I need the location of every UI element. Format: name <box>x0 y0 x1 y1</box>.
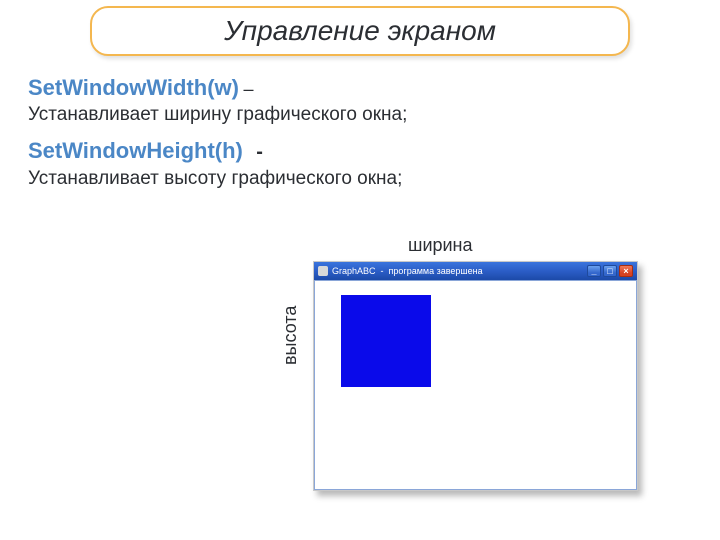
window-title: GraphABC - программа завершена <box>332 266 587 276</box>
command-row: SetWindowHeight(h) - <box>28 137 698 165</box>
slide-title: Управление экраном <box>90 6 630 56</box>
window-buttons: _ □ × <box>587 265 633 277</box>
title-container: Управление экраном <box>90 6 630 56</box>
command-description: Устанавливает высоту графического окна; <box>28 167 698 191</box>
minimize-icon: _ <box>588 266 600 276</box>
drawn-square <box>341 295 431 387</box>
titlebar: GraphABC - программа завершена _ □ × <box>314 262 637 280</box>
width-label: ширина <box>408 235 473 256</box>
example-window: GraphABC - программа завершена _ □ × <box>313 261 638 491</box>
command-name: SetWindowWidth(w) <box>28 75 239 100</box>
maximize-icon: □ <box>604 266 616 276</box>
maximize-button[interactable]: □ <box>603 265 617 277</box>
client-area <box>314 280 637 490</box>
command-description: Устанавливает ширину графического окна; <box>28 103 698 127</box>
command-row: SetWindowWidth(w) – <box>28 74 698 102</box>
body: SetWindowWidth(w) – Устанавливает ширину… <box>14 74 706 191</box>
app-name: GraphABC <box>332 266 376 276</box>
app-icon <box>318 266 328 276</box>
slide: Управление экраном SetWindowWidth(w) – У… <box>0 0 720 540</box>
minimize-button[interactable]: _ <box>587 265 601 277</box>
window-status: программа завершена <box>389 266 483 276</box>
close-icon: × <box>620 266 632 276</box>
separator: – <box>243 79 253 99</box>
separator: - <box>256 141 263 163</box>
close-button[interactable]: × <box>619 265 633 277</box>
command-name: SetWindowHeight(h) <box>28 138 243 163</box>
height-label: высота <box>280 306 301 365</box>
